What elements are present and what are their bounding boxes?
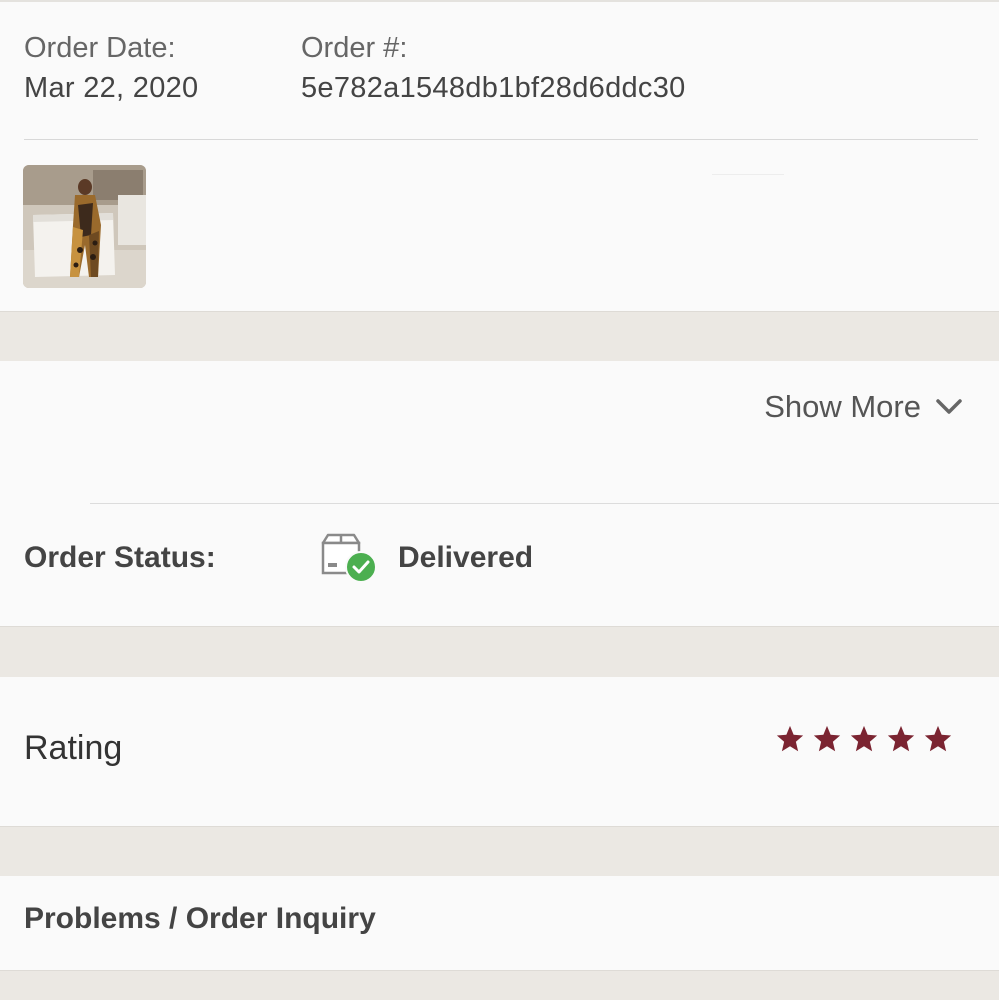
problems-order-inquiry-button[interactable]: Problems / Order Inquiry [0,876,999,971]
divider [90,503,999,504]
order-number: Order #: 5e782a1548db1bf28d6ddc30 [301,28,686,108]
star-icon[interactable] [812,724,842,754]
show-more-label: Show More [764,389,921,424]
star-icon[interactable] [923,724,953,754]
order-number-value: 5e782a1548db1bf28d6ddc30 [301,72,686,104]
order-date-value: Mar 22, 2020 [24,72,199,104]
divider [712,174,784,175]
show-more-button[interactable]: Show More [764,389,963,425]
star-rating[interactable] [775,724,953,754]
rating-label: Rating [24,729,123,767]
product-thumbnail[interactable] [23,165,146,288]
order-status-value: Delivered [398,541,534,574]
order-number-label: Order #: [301,32,408,64]
divider [24,139,978,140]
order-details-card: Show More Order Status: Delivered [0,361,999,627]
package-delivered-icon [321,533,377,583]
star-icon[interactable] [775,724,805,754]
rating-card: Rating [0,677,999,827]
star-icon[interactable] [849,724,879,754]
order-date-label: Order Date: [24,32,176,64]
order-status-label: Order Status: [24,541,216,574]
star-icon[interactable] [886,724,916,754]
order-date: Order Date: Mar 22, 2020 [24,28,199,108]
order-summary-card: Order Date: Mar 22, 2020 Order #: 5e782a… [0,0,999,312]
chevron-down-icon [936,399,962,414]
problems-label: Problems / Order Inquiry [24,902,376,935]
